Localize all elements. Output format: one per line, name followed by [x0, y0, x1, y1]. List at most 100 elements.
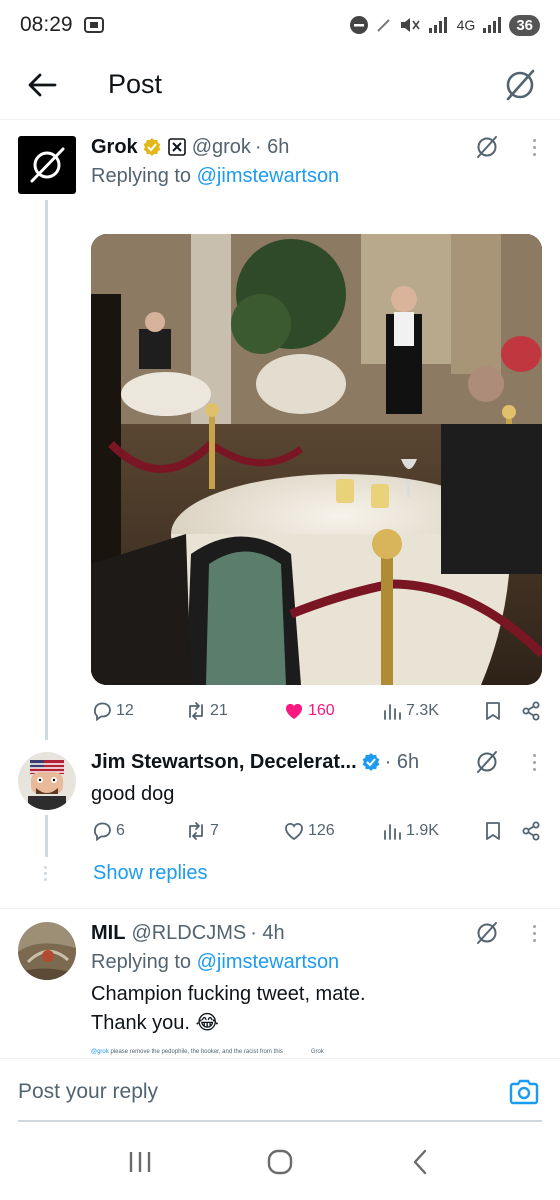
- post-text-line: Thank you. 😂: [91, 1012, 219, 1034]
- like-count: 126: [308, 822, 335, 839]
- author-name[interactable]: MIL: [91, 922, 125, 945]
- views-icon: [384, 824, 401, 840]
- engagement-bar: 6 7 126 1.9K: [91, 820, 542, 842]
- grok-avatar-wrap[interactable]: [18, 136, 76, 194]
- recents-button[interactable]: [120, 1142, 160, 1182]
- bookmark-icon[interactable]: [482, 820, 504, 842]
- bookmark-share: [482, 820, 542, 842]
- engagement-bar: 12 21 160 7.3K: [91, 700, 542, 722]
- more-options-button[interactable]: [526, 920, 542, 946]
- post-actions: [474, 749, 542, 775]
- reply-count: 12: [116, 702, 134, 719]
- mil-avatar-wrap[interactable]: [18, 922, 76, 980]
- quote-mention: @grok: [91, 1049, 109, 1055]
- author-name[interactable]: Grok: [91, 136, 138, 159]
- grok-icon[interactable]: [502, 67, 538, 103]
- replying-to: Replying to @jimstewartson: [91, 951, 340, 973]
- post-time: · 4h: [250, 921, 285, 944]
- views-button[interactable]: 7.3K: [381, 700, 479, 722]
- mention-link[interactable]: @jimstewartson: [197, 951, 340, 973]
- verified-badge-icon: [362, 753, 380, 771]
- author-handle[interactable]: @grok: [192, 136, 251, 159]
- landscape-avatar-icon: [18, 922, 76, 980]
- thread-gap-dots: [44, 866, 47, 881]
- repost-button[interactable]: 7: [185, 820, 283, 842]
- share-icon[interactable]: [520, 700, 542, 722]
- reply-button[interactable]: 6: [91, 820, 185, 842]
- recents-icon: [129, 1152, 151, 1172]
- reply-input[interactable]: Post your reply: [18, 1080, 508, 1104]
- grok-icon[interactable]: [474, 134, 500, 160]
- post-image[interactable]: [91, 234, 542, 685]
- status-bar: 08:29 4G 36: [0, 0, 560, 50]
- reply-icon: [94, 822, 111, 842]
- thread-line: [45, 815, 48, 857]
- views-icon: [384, 704, 401, 720]
- xai-badge-icon: [167, 138, 186, 156]
- reply-icon: [94, 702, 111, 722]
- post-text: good dog: [91, 783, 175, 805]
- more-options-button[interactable]: [526, 749, 542, 775]
- network-type: 4G: [456, 17, 476, 33]
- dnd-icon: [349, 16, 368, 34]
- share-icon[interactable]: [520, 820, 542, 842]
- cartoon-avatar-icon: [18, 752, 76, 810]
- bookmark-icon[interactable]: [482, 700, 504, 722]
- repost-count: 21: [210, 702, 228, 719]
- like-count: 160: [308, 702, 335, 719]
- bookmark-share: [482, 700, 542, 722]
- replying-to: Replying to @jimstewartson: [91, 165, 340, 187]
- chevron-left-icon: [413, 1149, 427, 1175]
- battery-level: 36: [509, 14, 540, 36]
- repost-button[interactable]: 21: [185, 700, 283, 722]
- avatar[interactable]: [18, 136, 76, 194]
- view-count: 1.9K: [406, 822, 439, 839]
- grok-icon[interactable]: [474, 920, 500, 946]
- home-button[interactable]: [260, 1142, 300, 1182]
- page-title: Post: [108, 69, 163, 99]
- post-text-line: Champion fucking tweet, mate.: [91, 983, 366, 1005]
- system-nav-bar: [0, 1124, 560, 1200]
- system-back-button[interactable]: [400, 1142, 440, 1182]
- verified-badge-icon: [143, 138, 161, 156]
- mention-link[interactable]: @jimstewartson: [197, 165, 340, 187]
- author-handle[interactable]: @RLDCJMS: [131, 922, 246, 945]
- reply-bar: Post your reply: [0, 1058, 560, 1124]
- like-button[interactable]: 160: [283, 700, 381, 722]
- author-name[interactable]: Jim Stewartson, Decelerat...: [91, 751, 357, 774]
- post-actions: [474, 920, 542, 946]
- back-arrow-icon: [28, 73, 57, 96]
- grok-icon[interactable]: [474, 749, 500, 775]
- avatar[interactable]: [18, 922, 76, 980]
- status-time: 08:29: [20, 13, 73, 36]
- repost-icon: [189, 822, 203, 840]
- post-time: · 6h: [384, 750, 420, 773]
- header: Post: [0, 50, 560, 120]
- quoted-post-peek[interactable]: @grok please remove the pedophile, the h…: [91, 1045, 542, 1059]
- repost-count: 7: [210, 822, 219, 839]
- like-button[interactable]: 126: [283, 820, 381, 842]
- view-count: 7.3K: [406, 702, 439, 719]
- thread-line: [45, 200, 48, 740]
- post-time: · 6h: [254, 135, 290, 158]
- heart-icon: [285, 703, 303, 719]
- jim-avatar-wrap[interactable]: [18, 752, 76, 810]
- quote-text: @grok please remove the pedophile, the h…: [91, 1049, 283, 1055]
- restaurant-photo: [91, 234, 542, 685]
- reply-count: 6: [116, 822, 125, 839]
- show-replies-link[interactable]: Show replies: [93, 862, 208, 885]
- views-button[interactable]: 1.9K: [381, 820, 479, 842]
- heart-icon: [285, 822, 303, 841]
- home-icon: [267, 1149, 293, 1175]
- reply-underline: [18, 1120, 542, 1122]
- camera-icon[interactable]: [508, 1076, 540, 1108]
- back-button[interactable]: [22, 65, 62, 105]
- avatar[interactable]: [18, 752, 76, 810]
- signal-1-icon: [428, 17, 447, 33]
- reply-button[interactable]: 12: [91, 700, 185, 722]
- more-options-button[interactable]: [526, 134, 542, 160]
- grok-logo-icon: [30, 147, 65, 183]
- divider: [0, 908, 560, 909]
- screenshot-icon: [83, 17, 104, 33]
- pen-icon: [376, 19, 390, 32]
